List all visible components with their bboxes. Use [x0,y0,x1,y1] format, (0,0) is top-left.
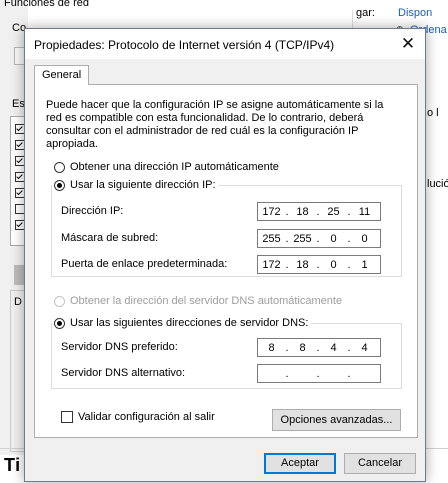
background-link-available: Dispon [398,7,433,19]
subnet-label: Máscara de subred: [61,232,159,244]
ip-manual-label: Usar la siguiente dirección IP: [70,179,216,191]
background-label-desc: D [14,296,22,308]
background-window-title: Funciones de red [4,0,89,9]
dns-alternate-label: Servidor DNS alternativo: [61,367,186,379]
dns-auto-option[interactable]: Obtener la dirección del servidor DNS au… [54,295,342,307]
background-label-right-2: o l [427,107,439,119]
ip-auto-radio[interactable] [54,161,65,173]
close-icon: ✕ [400,34,416,53]
ip-octet: 25 [327,205,340,218]
description-text: Puede hacer que la configuración IP se a… [46,99,384,150]
gateway-label: Puerta de enlace predeterminada: [61,258,228,270]
background-label-items: Es [12,98,25,110]
ip-octet: 11 [358,205,371,218]
gateway-octet: 1 [361,258,368,271]
dns-auto-label: Obtener la dirección del servidor DNS au… [70,295,343,307]
tab-general[interactable]: General [34,65,90,85]
cancel-button[interactable]: Cancelar [344,453,416,474]
ip-octet: 172 [262,205,281,218]
gateway-field[interactable]: 172. 18. 0. 1 [257,255,381,274]
ip-address-label: Dirección IP: [61,205,124,217]
dns-preferred-octet: 8 [268,341,275,354]
ip-manual-option[interactable]: Usar la siguiente dirección IP: [52,179,219,191]
dns-preferred-field[interactable]: 8. 8. 4. 4 [257,338,381,357]
ipv4-properties-dialog: Propiedades: Protocolo de Internet versi… [24,28,426,482]
dns-auto-radio[interactable] [54,295,65,307]
gateway-octet: 0 [330,258,337,271]
gateway-octet: 172 [262,258,281,271]
ip-address-field[interactable]: 172. 18. 25. 11 [257,202,381,221]
dialog-titlebar[interactable]: Propiedades: Protocolo de Internet versi… [25,29,425,59]
dns-alternate-dot: . [285,367,289,380]
dns-alternate-dot: . [347,367,351,380]
subnet-octet: 255 [293,232,312,245]
validate-label: Validar configuración al salir [78,411,215,423]
validate-checkbox[interactable] [61,411,73,423]
tab-strip: General [25,59,425,85]
ip-octet: 18 [296,205,309,218]
background-label-right: gar: [356,7,375,19]
dns-manual-option[interactable]: Usar las siguientes direcciones de servi… [52,317,312,329]
subnet-mask-field[interactable]: 255. 255. 0. 0 [257,229,381,248]
dns-preferred-label: Servidor DNS preferido: [61,341,178,353]
dns-manual-radio[interactable] [54,317,65,329]
general-panel: Puede hacer que la configuración IP se a… [34,84,418,438]
advanced-options-button[interactable]: Opciones avanzadas... [272,409,401,431]
subnet-octet: 255 [262,232,281,245]
gateway-octet: 18 [296,258,309,271]
background-label-right-3: lució [427,178,448,190]
ip-manual-radio[interactable] [54,179,65,191]
dns-preferred-octet: 4 [361,341,368,354]
dns-alternate-field[interactable]: . . . [257,364,381,383]
close-button[interactable]: ✕ [391,29,425,59]
dns-manual-label: Usar las siguientes direcciones de servi… [70,317,309,329]
ip-auto-label: Obtener una dirección IP automáticamente [70,161,279,173]
dns-preferred-octet: 8 [299,341,306,354]
dialog-title: Propiedades: Protocolo de Internet versi… [34,38,335,52]
dns-alternate-dot: . [316,367,320,380]
dns-preferred-octet: 4 [330,341,337,354]
subnet-octet: 0 [361,232,368,245]
background-heading: Ti [4,455,21,475]
validate-option[interactable]: Validar configuración al salir [61,411,215,423]
accept-button[interactable]: Aceptar [264,453,336,474]
ip-auto-option[interactable]: Obtener una dirección IP automáticamente [54,161,279,173]
subnet-octet: 0 [330,232,337,245]
